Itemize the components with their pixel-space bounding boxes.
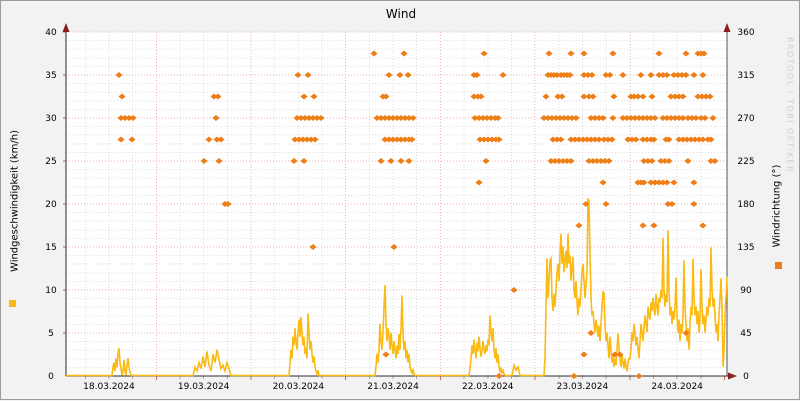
left-axis-tick-label: 15	[45, 243, 56, 253]
right-axis-arrow-icon	[723, 23, 731, 32]
left-axis-tick-label: 30	[45, 114, 57, 124]
left-axis-tick-label: 0	[48, 372, 54, 382]
right-axis-tick-label: 45	[740, 329, 751, 339]
left-axis-tick-label: 25	[45, 157, 56, 167]
right-axis-tick-label: 0	[743, 372, 749, 382]
left-axis-tick-label: 40	[45, 28, 57, 38]
x-axis-tick-label: 22.03.2024	[462, 382, 514, 392]
x-axis-tick-label: 23.03.2024	[557, 382, 609, 392]
right-axis-tick-label: 90	[740, 286, 752, 296]
x-axis-tick-label: 24.03.2024	[651, 382, 703, 392]
right-axis-tick-label: 315	[737, 71, 754, 81]
x-axis-tick-label: 20.03.2024	[273, 382, 325, 392]
right-axis-tick-label: 225	[737, 157, 754, 167]
left-axis-tick-label: 20	[45, 200, 57, 210]
wind-speed-legend-marker	[9, 300, 16, 307]
wind-chart-page: { "title": "Wind", "watermark": "RRDTOOL…	[0, 0, 800, 400]
left-axis-tick-label: 35	[45, 71, 56, 81]
chart-title: Wind	[385, 7, 417, 21]
left-axis-arrow-icon	[62, 23, 70, 32]
watermark-text: RRDTOOL / TOBI OETIKER	[785, 36, 795, 174]
left-axis-tick-label: 10	[45, 286, 57, 296]
right-axis-tick-label: 180	[737, 200, 754, 210]
chart-canvas: 0 5 10 15 20 25 30 35 40 0 45 90 135 180 225 270 315 360 1…	[45, 23, 755, 392]
right-axis-tick-label: 135	[737, 243, 754, 253]
x-axis-tick-label: 19.03.2024	[178, 382, 230, 392]
left-axis-label: Windgeschwindigkeit (km/h)	[9, 130, 21, 272]
left-axis-tick-label: 5	[48, 329, 54, 339]
x-axis-tick-label: 18.03.2024	[83, 382, 135, 392]
right-axis-label: Windrichtung (°)	[771, 164, 783, 248]
wind-direction-legend-marker	[775, 262, 782, 269]
right-axis-tick-label: 270	[737, 114, 754, 124]
right-axis-tick-label: 360	[737, 28, 754, 38]
x-axis-arrow-icon	[728, 372, 737, 380]
x-axis-tick-label: 21.03.2024	[367, 382, 419, 392]
